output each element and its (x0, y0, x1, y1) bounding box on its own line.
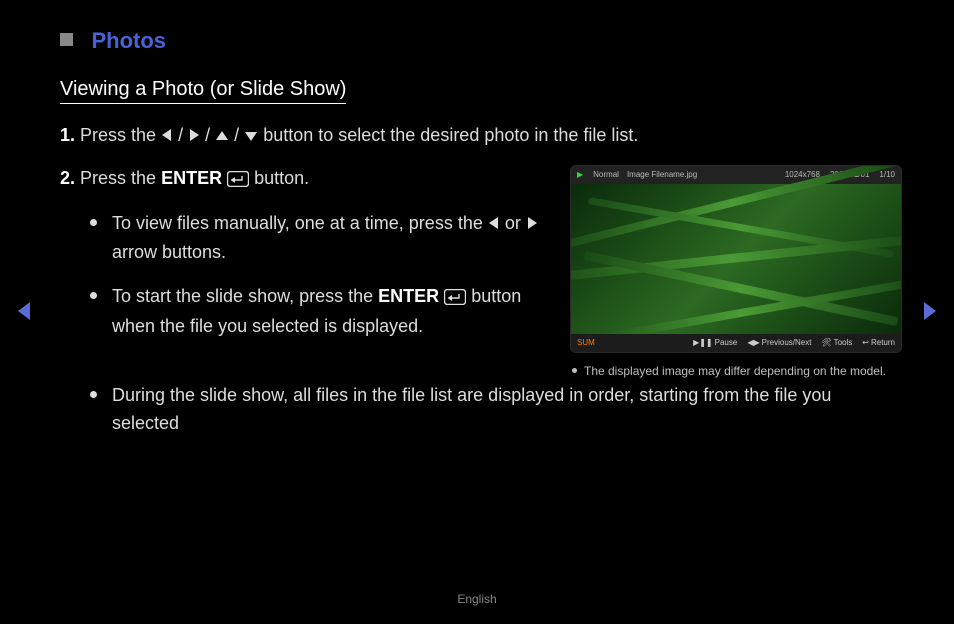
photo-preview-screenshot: ▶ Normal Image Filename.jpg 1024x768 201… (570, 165, 902, 353)
step-1: 1. Press the / / / button to select the … (60, 122, 900, 151)
section-row: Photos (60, 28, 900, 54)
preview-mode: Normal (593, 169, 619, 181)
enter-icon (227, 168, 249, 196)
page: Photos Viewing a Photo (or Slide Show) 1… (0, 0, 954, 624)
step-2: 2. Press the ENTER button. To view files… (60, 165, 900, 438)
bullet-2: To start the slide show, press the ENTER… (90, 283, 550, 342)
enter-label: ENTER (378, 286, 439, 306)
step-number: 1. (60, 125, 75, 145)
step2-text-a: Press the (80, 168, 161, 188)
preview-prevnext: ◀▶ Previous/Next (747, 337, 811, 349)
play-icon: ▶ (577, 169, 583, 181)
sep: / (205, 125, 215, 145)
enter-label: ENTER (161, 168, 222, 188)
arrow-right-icon (188, 123, 200, 151)
b1or: or (505, 213, 526, 233)
arrow-up-icon (215, 123, 229, 151)
content-area: Photos Viewing a Photo (or Slide Show) 1… (60, 28, 900, 453)
column-illustration: ▶ Normal Image Filename.jpg 1024x768 201… (570, 165, 900, 380)
sep: / (178, 125, 188, 145)
step2-line: 2. Press the ENTER button. (60, 165, 550, 196)
bullet-3: During the slide show, all files in the … (90, 382, 900, 438)
preview-sum: SUM (577, 337, 595, 349)
b1b: arrow buttons. (112, 242, 226, 262)
bullet-list-wide: During the slide show, all files in the … (90, 382, 900, 438)
page-heading: Viewing a Photo (or Slide Show) (60, 78, 346, 104)
footer-language: English (0, 592, 954, 606)
arrow-down-icon (244, 123, 258, 151)
section-bullet-icon (60, 33, 73, 46)
step-list: 1. Press the / / / button to select the … (60, 122, 900, 437)
step2-text-b: button. (254, 168, 309, 188)
two-column-row: 2. Press the ENTER button. To view files… (60, 165, 900, 380)
preview-filename: Image Filename.jpg (627, 169, 697, 181)
arrow-right-icon (526, 211, 538, 239)
step1-text-b: button to select the desired photo in th… (263, 125, 638, 145)
step-number: 2. (60, 168, 75, 188)
bullet-1: To view files manually, one at a time, p… (90, 210, 550, 267)
body-text: 1. Press the / / / button to select the … (60, 122, 900, 437)
sep: / (234, 125, 244, 145)
grass-photo-icon (571, 184, 901, 334)
preview-caption: The displayed image may differ depending… (570, 363, 900, 380)
arrow-left-icon (161, 123, 173, 151)
preview-return: ↩ Return (862, 337, 895, 349)
preview-bottom-bar: SUM ▶❚❚ Pause ◀▶ Previous/Next 🛠 Tools ↩… (571, 334, 901, 352)
nav-prev-button[interactable] (16, 300, 34, 328)
section-title: Photos (91, 28, 166, 53)
enter-icon (444, 286, 466, 314)
preview-pause: ▶❚❚ Pause (693, 337, 737, 349)
arrow-left-icon (488, 211, 500, 239)
nav-next-button[interactable] (920, 300, 938, 328)
column-text: 2. Press the ENTER button. To view files… (60, 165, 550, 357)
bullet-list: To view files manually, one at a time, p… (90, 210, 550, 342)
preview-tools: 🛠 Tools (821, 337, 852, 349)
b2a: To start the slide show, press the (112, 286, 378, 306)
b1a: To view files manually, one at a time, p… (112, 213, 488, 233)
preview-count: 1/10 (879, 169, 895, 181)
step1-text-a: Press the (80, 125, 161, 145)
